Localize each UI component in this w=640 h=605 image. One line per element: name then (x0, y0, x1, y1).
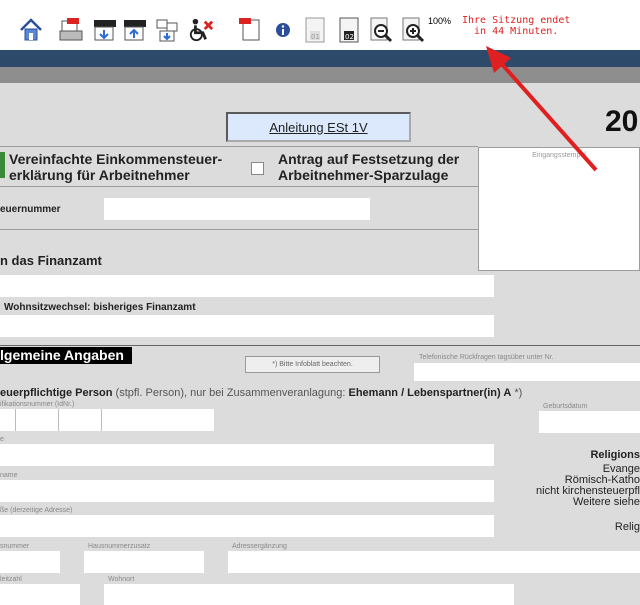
annotation-arrow (486, 46, 598, 172)
